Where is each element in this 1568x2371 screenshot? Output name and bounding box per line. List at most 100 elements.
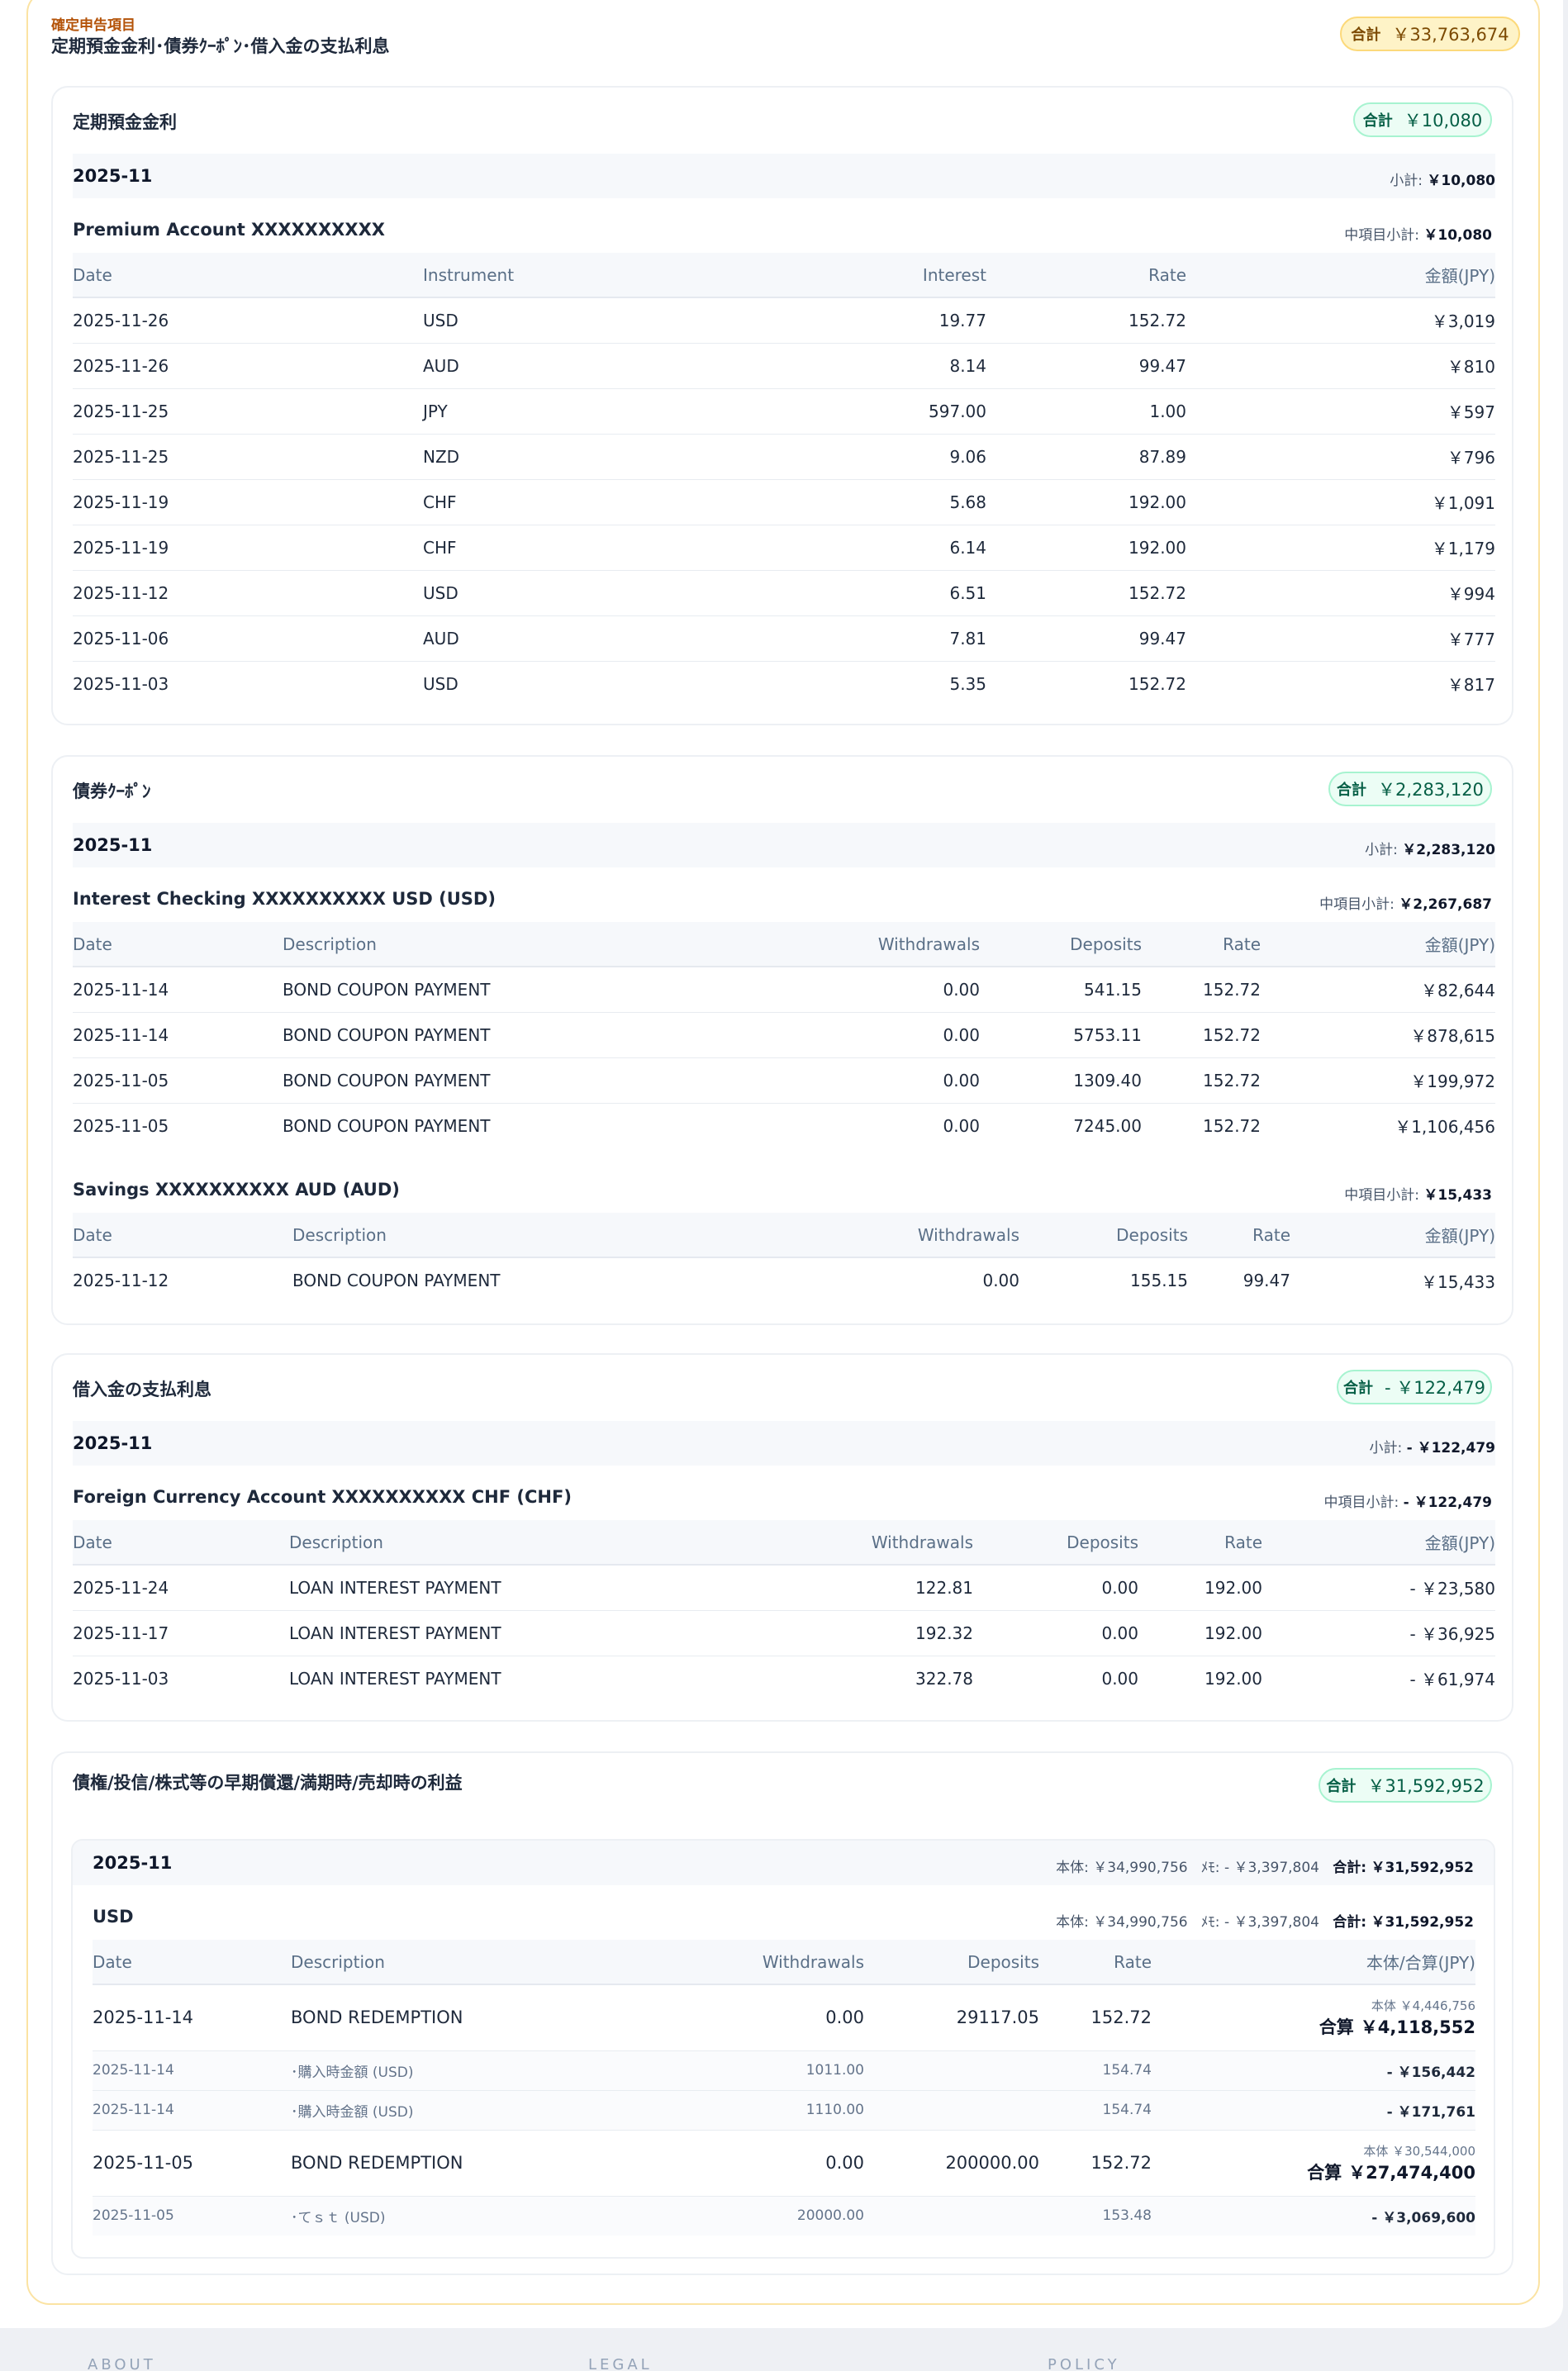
table-row[interactable]: 2025-11-03 LOAN INTEREST PAYMENT 322.78 0.0… xyxy=(73,1656,1495,1701)
table-cell: 2025-11-14 xyxy=(73,1012,283,1058)
col-header[interactable]: Rate xyxy=(1138,1520,1262,1566)
combined-value: ￥4,118,552 xyxy=(1360,2017,1475,2037)
footer-about-heading[interactable]: ABOUT xyxy=(88,2356,156,2371)
table-row[interactable]: 2025-11-25 JPY 597.00 1.00 ￥597 xyxy=(73,388,1495,435)
time-deposit-card: 定期預金金利 合計 ￥10,080 2025-11 小計: ￥10,080 Pr… xyxy=(51,86,1513,725)
total-label: 合計 xyxy=(1362,112,1393,130)
col-header[interactable]: Description xyxy=(292,1213,821,1258)
grand-total-badge: 合計 ￥33,763,674 xyxy=(1340,17,1520,51)
redemption-table: Date Description Withdrawals Deposits Ra… xyxy=(93,1940,1475,2236)
month-total-value: ￥31,592,952 xyxy=(1371,1860,1474,1876)
table-row[interactable]: 2025-11-12 USD 6.51 152.72 ￥994 xyxy=(73,570,1495,616)
table-row[interactable]: 2025-11-14 BOND COUPON PAYMENT 0.00 541.15 1… xyxy=(73,967,1495,1013)
table-row[interactable]: 2025-11-25 NZD 9.06 87.89 ￥796 xyxy=(73,434,1495,480)
col-header[interactable]: 本体/合算(JPY) xyxy=(1152,1940,1475,1985)
table-cell: 155.15 xyxy=(1130,1271,1188,1290)
checking-coupon-table: Date Description Withdrawals Deposits Ra… xyxy=(73,922,1495,1148)
table-row[interactable]: 2025-11-26 AUD 8.14 99.47 ￥810 xyxy=(73,343,1495,389)
col-header[interactable]: Date xyxy=(73,922,283,967)
col-header[interactable]: 金額(JPY) xyxy=(1290,1213,1495,1258)
table-cell: 2025-11-12 xyxy=(73,1271,169,1290)
table-cell: ￥1,179 xyxy=(1186,525,1495,571)
col-header[interactable]: 金額(JPY) xyxy=(1261,922,1495,967)
col-header[interactable]: 金額(JPY) xyxy=(1186,253,1495,298)
table-row[interactable]: 2025-11-03 USD 5.35 152.72 ￥817 xyxy=(73,661,1495,706)
table-row[interactable]: 2025-11-12 BOND COUPON PAYMENT 0.00 155.15 9… xyxy=(73,1257,1495,1303)
col-header[interactable]: Rate xyxy=(986,253,1186,298)
account-subtotal-value: ￥15,433 xyxy=(1423,1187,1492,1204)
col-header[interactable]: Deposits xyxy=(973,1520,1138,1566)
col-header[interactable]: Deposits xyxy=(980,922,1142,967)
col-header[interactable]: Rate xyxy=(1039,1940,1152,1985)
account-subtotal: 中項目小計: ￥2,267,687 xyxy=(1319,892,1492,913)
table-cell: ･てｓｔ (USD) xyxy=(291,2196,654,2236)
table-row[interactable]: 2025-11-05 BOND COUPON PAYMENT 0.00 1309.40… xyxy=(73,1057,1495,1104)
table-cell: 2025-11-14 xyxy=(93,2090,291,2131)
table-cell: USD xyxy=(423,570,773,616)
col-header[interactable]: Date xyxy=(93,1940,291,1985)
table-cell: 29117.05 xyxy=(864,1984,1039,2051)
col-header[interactable]: Date xyxy=(73,1520,289,1566)
col-header[interactable]: Description xyxy=(283,922,778,967)
table-cell: 0.00 xyxy=(778,1057,980,1104)
table-cell: 152.72 xyxy=(986,297,1186,344)
col-header[interactable]: Withdrawals xyxy=(778,922,980,967)
card-total-badge: 合計 - ￥122,479 xyxy=(1337,1370,1492,1404)
table-cell: 0.00 xyxy=(654,1984,864,2051)
table-row[interactable]: 2025-11-17 LOAN INTEREST PAYMENT 192.32 0.0… xyxy=(73,1610,1495,1656)
col-header[interactable]: Date xyxy=(73,1213,292,1258)
account-name: Savings XXXXXXXXXX AUD (AUD) xyxy=(73,1180,400,1200)
purchase-detail-row[interactable]: 2025-11-14 ･購入時金額 (USD) 1110.00 154.74- ￥17… xyxy=(93,2090,1475,2131)
col-header[interactable]: Withdrawals xyxy=(821,1213,1019,1258)
account-subtotal-value: - ￥122,479 xyxy=(1403,1494,1492,1511)
table-cell: 154.74 xyxy=(1039,2090,1152,2131)
purchase-detail-row[interactable]: 2025-11-14 ･購入時金額 (USD) 1011.00 154.74- ￥15… xyxy=(93,2050,1475,2091)
table-cell: AUD xyxy=(423,343,773,389)
table-cell: 2025-11-26 xyxy=(73,343,423,389)
total-value: - ￥122,479 xyxy=(1384,1378,1486,1398)
table-cell: 1309.40 xyxy=(980,1057,1142,1104)
col-header[interactable]: Rate xyxy=(1188,1213,1290,1258)
table-cell: ￥199,972 xyxy=(1261,1057,1495,1104)
card-title: 債権/投信/株式等の早期償還/満期時/売却時の利益 xyxy=(73,1773,463,1793)
redemption-row[interactable]: 2025-11-05 BOND REDEMPTION 0.00 200000.00 15… xyxy=(93,2130,1475,2197)
col-header[interactable]: Description xyxy=(291,1940,654,1985)
subtotal-value: ￥10,080 xyxy=(1427,173,1495,189)
purchase-detail-row[interactable]: 2025-11-05 ･てｓｔ (USD) 20000.00 153.48- ￥3,0… xyxy=(93,2196,1475,2236)
table-row[interactable]: 2025-11-05 BOND COUPON PAYMENT 0.00 7245.00… xyxy=(73,1103,1495,1148)
col-header[interactable]: 金額(JPY) xyxy=(1262,1520,1495,1566)
table-row[interactable]: 2025-11-14 BOND COUPON PAYMENT 0.00 5753.11… xyxy=(73,1012,1495,1058)
col-header[interactable]: Deposits xyxy=(864,1940,1039,1985)
footer-policy-heading[interactable]: POLICY xyxy=(1048,2356,1120,2371)
table-row[interactable]: 2025-11-19 CHF 6.14 192.00 ￥1,179 xyxy=(73,525,1495,571)
section-eyebrow: 確定申告項目 xyxy=(51,17,135,34)
table-cell: 2025-11-05 xyxy=(93,2196,291,2236)
table-cell: ￥796 xyxy=(1186,434,1495,480)
redemption-month-group: 2025-11 本体: ￥34,990,756 ﾒﾓ: - ￥3,397,804… xyxy=(71,1839,1495,2259)
table-cell: 0.00 xyxy=(973,1610,1138,1656)
footer-legal-heading[interactable]: LEGAL xyxy=(588,2356,653,2371)
table-row[interactable]: 2025-11-26 USD 19.77 152.72 ￥3,019 xyxy=(73,297,1495,344)
col-header[interactable]: Interest xyxy=(773,253,986,298)
table-cell: - ￥61,974 xyxy=(1409,1670,1495,1690)
col-header[interactable]: Instrument xyxy=(423,253,773,298)
redemption-row[interactable]: 2025-11-14 BOND REDEMPTION 0.00 29117.05 152… xyxy=(93,1984,1475,2051)
col-header[interactable]: Date xyxy=(73,253,423,298)
col-header[interactable]: Description xyxy=(289,1520,752,1566)
table-cell: 2025-11-03 xyxy=(73,1668,169,1689)
table-row[interactable]: 2025-11-06 AUD 7.81 99.47 ￥777 xyxy=(73,615,1495,662)
col-header[interactable]: Rate xyxy=(1142,922,1261,967)
col-header[interactable]: Deposits xyxy=(1019,1213,1188,1258)
table-cell: 322.78 xyxy=(915,1668,973,1689)
col-header[interactable]: Withdrawals xyxy=(654,1940,864,1985)
table-cell: NZD xyxy=(423,434,773,480)
currency-total-value: ￥31,592,952 xyxy=(1371,1914,1474,1931)
table-row[interactable]: 2025-11-19 CHF 5.68 192.00 ￥1,091 xyxy=(73,479,1495,525)
table-cell: 154.74 xyxy=(1039,2050,1152,2091)
table-cell: BOND REDEMPTION xyxy=(291,1984,654,2051)
table-cell: 2025-11-06 xyxy=(73,615,423,662)
table-row[interactable]: 2025-11-24 LOAN INTEREST PAYMENT 122.81 0.0… xyxy=(73,1565,1495,1611)
table-cell: BOND REDEMPTION xyxy=(291,2130,654,2197)
subtotal-value: ￥2,283,120 xyxy=(1402,842,1495,858)
col-header[interactable]: Withdrawals xyxy=(752,1520,973,1566)
